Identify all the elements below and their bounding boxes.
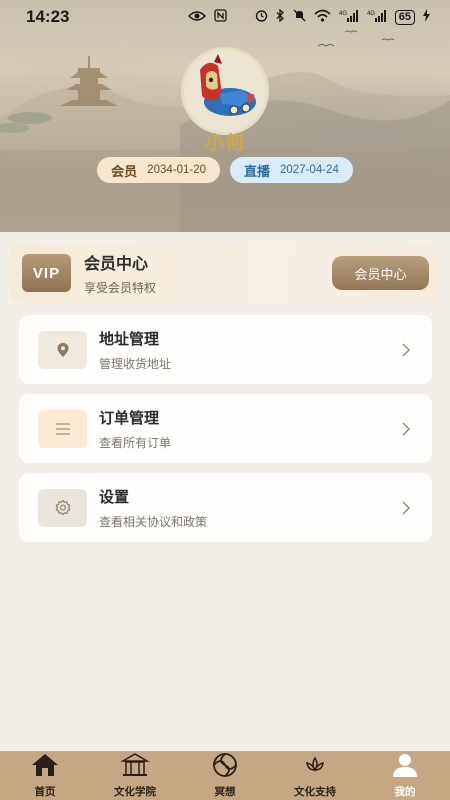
- nav-label: 我的: [394, 786, 416, 798]
- alarm-icon: [255, 9, 268, 25]
- nav-item-home[interactable]: 首页: [0, 752, 90, 799]
- person-icon: [390, 752, 420, 782]
- chevron-right-icon: [402, 342, 410, 361]
- charging-icon: [423, 9, 430, 25]
- menu-item-text: 设置 查看相关协议和政策: [99, 486, 207, 530]
- nav-label: 文化学院: [114, 786, 156, 798]
- chevron-right-icon: [402, 421, 410, 440]
- list-icon: [38, 409, 87, 448]
- nav-item-culture-academy[interactable]: 文化学院: [90, 752, 180, 799]
- avatar[interactable]: [181, 47, 269, 135]
- nav-item-meditation[interactable]: 冥想: [180, 752, 270, 799]
- live-badge-label: 直播: [244, 164, 271, 180]
- menu-item-orders[interactable]: 订单管理 查看所有订单: [19, 394, 432, 463]
- member-badge: 会员 2034-01-20: [97, 157, 220, 183]
- mute-icon: [293, 9, 306, 25]
- bluetooth-icon: [276, 8, 285, 25]
- menu-item-address[interactable]: 地址管理 管理收货地址: [19, 315, 432, 384]
- status-icons: 4G 4G 65: [187, 8, 430, 25]
- nav-label: 文化支持: [294, 786, 336, 798]
- svg-text:4G: 4G: [367, 11, 375, 17]
- menu-item-title: 地址管理: [99, 329, 160, 348]
- vip-card[interactable]: VIP 会员中心 享受会员特权 会员中心: [9, 243, 441, 303]
- signal-4g-icon: 4G: [367, 9, 387, 25]
- nav-item-culture-support[interactable]: 文化支持: [270, 752, 360, 799]
- vip-subtitle: 享受会员特权: [84, 281, 157, 295]
- menu-item-title: 订单管理: [99, 408, 160, 427]
- swirl-icon: [210, 752, 240, 782]
- vip-text: 会员中心 享受会员特权: [84, 250, 156, 296]
- svg-text:4G: 4G: [339, 11, 347, 17]
- eye-icon: [187, 10, 206, 25]
- live-badge: 直播 2027-04-24: [230, 157, 353, 183]
- menu-item-subtitle: 查看所有订单: [99, 435, 172, 450]
- vip-logo: VIP: [22, 254, 71, 292]
- status-bar: 14:23 4G 4G 65: [0, 0, 450, 34]
- status-time: 14:23: [26, 7, 70, 26]
- home-icon: [30, 752, 60, 782]
- gear-icon: [38, 488, 87, 527]
- membership-badges: 会员 2034-01-20 直播 2027-04-24: [0, 157, 450, 183]
- location-pin-icon: [38, 330, 87, 369]
- username: 小何: [204, 132, 245, 154]
- member-expiry-date: 2034-01-20: [147, 164, 206, 176]
- profile-header: 14:23 4G 4G 65 小何 会员 2034-01-20 直播 2027-…: [0, 0, 450, 232]
- menu-item-title: 设置: [99, 487, 130, 506]
- member-center-button[interactable]: 会员中心: [332, 256, 429, 290]
- nav-label: 冥想: [214, 786, 236, 798]
- nav-item-mine[interactable]: 我的: [360, 752, 450, 799]
- bottom-nav: 首页 文化学院 冥想 文化支持 我的: [0, 751, 450, 800]
- vip-title: 会员中心: [84, 254, 149, 273]
- live-expiry-date: 2027-04-24: [280, 164, 339, 176]
- menu-item-text: 地址管理 管理收货地址: [99, 328, 171, 372]
- wifi-icon: [314, 9, 331, 25]
- avatar-image: [184, 50, 266, 132]
- menu-item-subtitle: 管理收货地址: [99, 356, 172, 371]
- nav-label: 首页: [34, 786, 56, 798]
- lotus-icon: [300, 752, 330, 782]
- signal-4g-icon: 4G: [339, 9, 359, 25]
- menu-item-subtitle: 查看相关协议和政策: [99, 514, 208, 529]
- menu-item-settings[interactable]: 设置 查看相关协议和政策: [19, 473, 432, 542]
- member-badge-label: 会员: [111, 164, 138, 180]
- nfc-icon: [214, 9, 227, 25]
- chevron-right-icon: [402, 500, 410, 519]
- menu-item-text: 订单管理 查看所有订单: [99, 407, 171, 451]
- battery-indicator: 65: [394, 9, 415, 25]
- temple-icon: [120, 752, 150, 782]
